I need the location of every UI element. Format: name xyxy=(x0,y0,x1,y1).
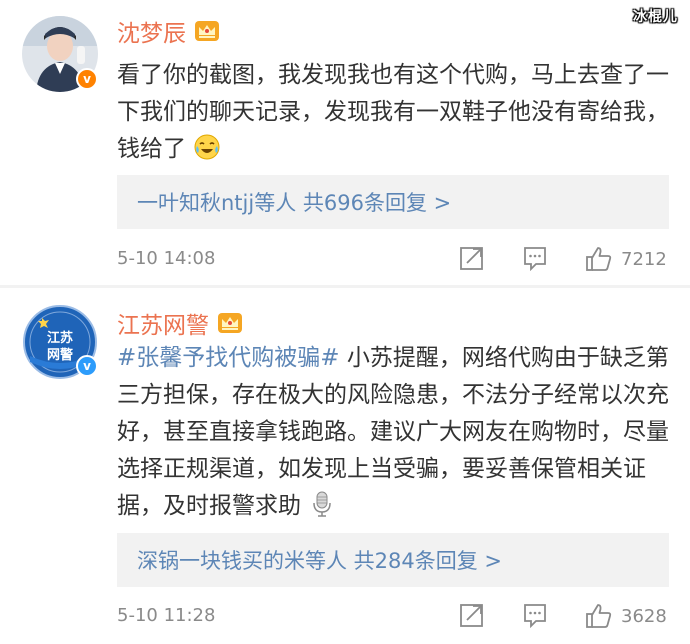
timestamp: 5-10 14:08 xyxy=(117,248,216,269)
like-button[interactable]: 7212 xyxy=(585,245,667,273)
crying-laugh-emoji-icon xyxy=(194,134,220,160)
comment-button[interactable] xyxy=(522,602,548,628)
comment-text: 看了你的截图，我发现我也有这个代购，马上去查了一下我们的聊天记录，发现我有一双鞋… xyxy=(117,62,669,162)
share-icon xyxy=(460,247,483,270)
username: 江苏网警 xyxy=(117,313,209,339)
share-button[interactable] xyxy=(459,602,485,628)
username: 沈梦辰 xyxy=(117,21,186,47)
username-link[interactable]: 江苏网警 xyxy=(117,306,243,340)
reply-summary-link[interactable]: 一叶知秋ntjj等人 共696条回复 > xyxy=(117,175,669,229)
comment-text: #张馨予找代购被骗# 小苏提醒，网络代购由于缺乏第三方担保，存在极大的风险隐患，… xyxy=(117,345,669,519)
comment-meta: 5-10 11:28 3628 xyxy=(117,602,669,632)
like-icon xyxy=(586,247,612,271)
microphone-emoji-icon xyxy=(313,491,332,517)
comment-icon xyxy=(524,247,546,271)
reply-summary-link[interactable]: 深锅一块钱买的米等人 共284条回复 > xyxy=(117,533,669,587)
timestamp: 5-10 11:28 xyxy=(117,605,216,626)
comment-icon xyxy=(524,604,546,628)
like-icon xyxy=(586,604,612,628)
comment-item: v 沈梦辰 看了你的截图，我发现我也有这个代购，马上去查了一下我们的聊天记录，发… xyxy=(0,0,690,285)
verified-badge-icon: v xyxy=(76,355,98,377)
crown-badge-icon xyxy=(195,21,219,41)
comment-meta: 5-10 14:08 7212 xyxy=(117,245,669,275)
like-count: 3628 xyxy=(621,605,667,627)
hashtag-link[interactable]: #张馨予找代购被骗# xyxy=(117,345,340,371)
comment-item: 江苏 网警 v 江苏网警 #张馨予找代购被骗# 小苏提醒，网络代购由于缺乏第三方… xyxy=(0,288,690,644)
comment-button[interactable] xyxy=(522,245,548,271)
username-link[interactable]: 沈梦辰 xyxy=(117,14,220,48)
share-icon xyxy=(460,604,483,627)
like-count: 7212 xyxy=(621,248,667,270)
like-button[interactable]: 3628 xyxy=(585,602,667,630)
verified-badge-icon: v xyxy=(76,68,98,90)
crown-badge-icon xyxy=(218,313,242,333)
share-button[interactable] xyxy=(459,245,485,271)
